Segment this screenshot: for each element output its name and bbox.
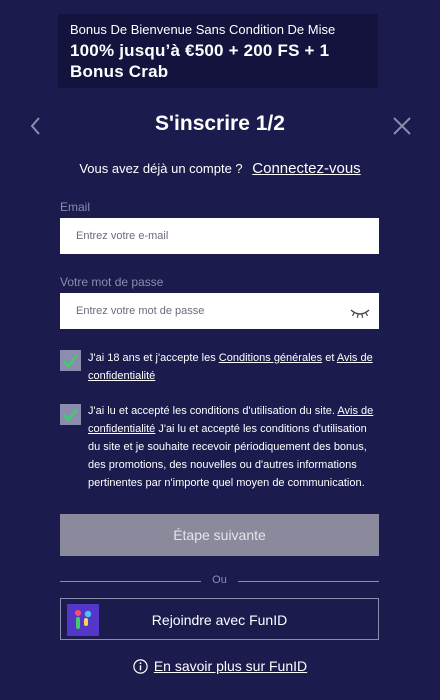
password-label: Votre mot de passe — [60, 275, 164, 289]
age-terms-text: J'ai 18 ans et j'accepte les Conditions … — [88, 349, 380, 385]
eye-closed-icon — [350, 309, 370, 318]
age-terms-prefix: J'ai 18 ans et j'accepte les — [88, 352, 219, 364]
consent-prefix: J'ai lu et accepté les conditions d'util… — [88, 405, 338, 417]
age-terms-mid: et — [322, 352, 337, 364]
marketing-consent-checkbox[interactable] — [60, 404, 81, 425]
next-step-button[interactable]: Étape suivante — [60, 514, 379, 556]
learn-more-link[interactable]: En savoir plus sur FunID — [154, 658, 307, 674]
banner-subtitle: Bonus De Bienvenue Sans Condition De Mis… — [70, 22, 336, 37]
terms-link[interactable]: Conditions générales — [219, 352, 322, 364]
email-field[interactable] — [60, 218, 379, 254]
banner-headline-line1: 100% jusqu’à €500 + 200 FS + 1 — [70, 41, 330, 60]
checkmark-icon — [63, 354, 78, 368]
funid-join-button[interactable]: Rejoindre avec FunID — [60, 598, 379, 640]
age-terms-checkbox[interactable] — [60, 350, 81, 371]
login-link[interactable]: Connectez-vous — [252, 160, 360, 177]
info-icon — [133, 659, 148, 674]
or-divider: Ou — [60, 574, 379, 588]
learn-more-row: En savoir plus sur FunID — [0, 658, 440, 674]
password-visibility-toggle[interactable] — [350, 306, 370, 318]
password-field[interactable] — [60, 293, 379, 329]
checkmark-icon — [63, 408, 78, 422]
login-question: Vous avez déjà un compte ? — [79, 161, 243, 176]
close-icon — [393, 117, 411, 135]
promo-banner[interactable]: Bonus De Bienvenue Sans Condition De Mis… — [58, 14, 378, 88]
banner-headline-line2: Bonus Crab — [70, 62, 169, 81]
marketing-consent-text: J'ai lu et accepté les conditions d'util… — [88, 402, 380, 492]
login-prompt: Vous avez déjà un compte ? Connectez-vou… — [0, 160, 440, 177]
header: S'inscrire 1/2 — [0, 108, 440, 144]
email-label: Email — [60, 200, 91, 214]
or-label: Ou — [212, 574, 227, 586]
divider-line-right — [238, 581, 379, 582]
page-title: S'inscrire 1/2 — [155, 112, 285, 135]
funid-label: Rejoindre avec FunID — [151, 612, 288, 628]
banner-headline: 100% jusqu’à €500 + 200 FS + 1 Bonus Cra… — [70, 40, 366, 82]
close-button[interactable] — [390, 114, 414, 138]
